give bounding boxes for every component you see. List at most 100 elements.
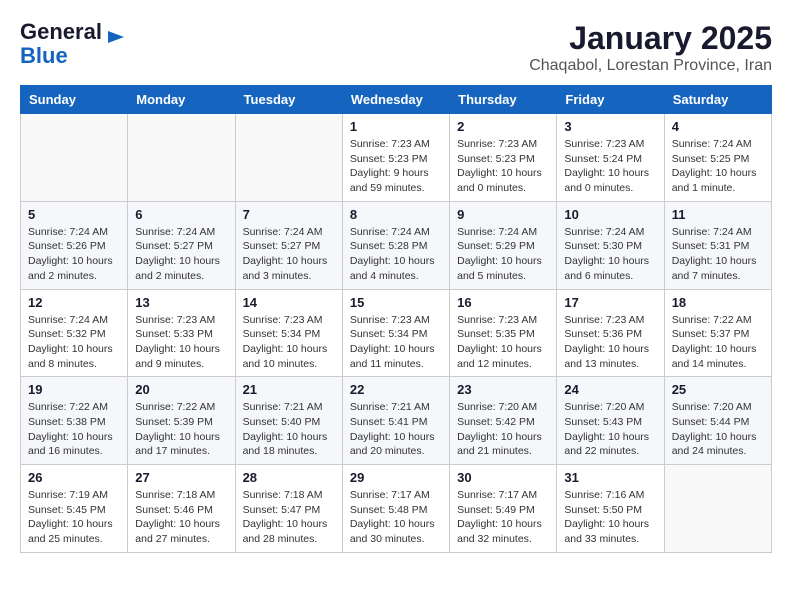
- day-number: 8: [350, 207, 442, 222]
- calendar-week-row: 1 Sunrise: 7:23 AMSunset: 5:23 PMDaylight…: [21, 114, 772, 202]
- calendar-cell: 30Sunrise: 7:17 AMSunset: 5:49 PMDayligh…: [450, 465, 557, 553]
- day-info: Sunrise: 7:22 AMSunset: 5:38 PMDaylight:…: [28, 400, 120, 459]
- location-subtitle: Chaqabol, Lorestan Province, Iran: [529, 57, 772, 75]
- logo-text: GeneralBlue: [20, 20, 102, 68]
- calendar-cell: [235, 114, 342, 202]
- day-number: 22: [350, 382, 442, 397]
- calendar-cell: 18 Sunrise: 7:22 AMSunset: 5:37 PMDayligh…: [664, 289, 771, 377]
- calendar-week-row: 26 Sunrise: 7:19 AMSunset: 5:45 PMDayligh…: [21, 465, 772, 553]
- day-number: 4: [672, 119, 764, 134]
- calendar-cell: 10Sunrise: 7:24 AMSunset: 5:30 PMDayligh…: [557, 201, 664, 289]
- day-info: Sunrise: 7:18 AMSunset: 5:47 PMDaylight:…: [243, 488, 335, 547]
- day-number: 29: [350, 470, 442, 485]
- weekday-header-wednesday: Wednesday: [342, 86, 449, 114]
- calendar-cell: 9 Sunrise: 7:24 AMSunset: 5:29 PMDaylight…: [450, 201, 557, 289]
- logo-arrow-icon: [106, 27, 126, 47]
- calendar-week-row: 5Sunrise: 7:24 AMSunset: 5:26 PMDaylight…: [21, 201, 772, 289]
- day-number: 6: [135, 207, 227, 222]
- calendar-week-row: 19 Sunrise: 7:22 AMSunset: 5:38 PMDayligh…: [21, 377, 772, 465]
- day-number: 28: [243, 470, 335, 485]
- day-info: Sunrise: 7:20 AMSunset: 5:43 PMDaylight:…: [564, 400, 656, 459]
- calendar-cell: 4 Sunrise: 7:24 AMSunset: 5:25 PMDaylight…: [664, 114, 771, 202]
- day-number: 7: [243, 207, 335, 222]
- calendar-header-row: SundayMondayTuesdayWednesdayThursdayFrid…: [21, 86, 772, 114]
- day-info: Sunrise: 7:23 AMSunset: 5:24 PMDaylight:…: [564, 137, 656, 196]
- calendar-cell: 28 Sunrise: 7:18 AMSunset: 5:47 PMDayligh…: [235, 465, 342, 553]
- day-info: Sunrise: 7:19 AMSunset: 5:45 PMDaylight:…: [28, 488, 120, 547]
- day-number: 10: [564, 207, 656, 222]
- weekday-header-sunday: Sunday: [21, 86, 128, 114]
- calendar-cell: 22 Sunrise: 7:21 AMSunset: 5:41 PMDayligh…: [342, 377, 449, 465]
- calendar-cell: 7Sunrise: 7:24 AMSunset: 5:27 PMDaylight…: [235, 201, 342, 289]
- day-number: 19: [28, 382, 120, 397]
- calendar-cell: 12Sunrise: 7:24 AMSunset: 5:32 PMDayligh…: [21, 289, 128, 377]
- day-info: Sunrise: 7:22 AMSunset: 5:37 PMDaylight:…: [672, 313, 764, 372]
- day-info: Sunrise: 7:16 AMSunset: 5:50 PMDaylight:…: [564, 488, 656, 547]
- day-info: Sunrise: 7:21 AMSunset: 5:41 PMDaylight:…: [350, 400, 442, 459]
- calendar-cell: 11Sunrise: 7:24 AMSunset: 5:31 PMDayligh…: [664, 201, 771, 289]
- calendar-cell: 27 Sunrise: 7:18 AMSunset: 5:46 PMDayligh…: [128, 465, 235, 553]
- day-info: Sunrise: 7:24 AMSunset: 5:27 PMDaylight:…: [135, 225, 227, 284]
- day-number: 27: [135, 470, 227, 485]
- day-info: Sunrise: 7:20 AMSunset: 5:44 PMDaylight:…: [672, 400, 764, 459]
- day-number: 11: [672, 207, 764, 222]
- page-header: GeneralBlue January 2025 Chaqabol, Lores…: [20, 20, 772, 75]
- calendar-cell: 3 Sunrise: 7:23 AMSunset: 5:24 PMDaylight…: [557, 114, 664, 202]
- day-info: Sunrise: 7:23 AMSunset: 5:36 PMDaylight:…: [564, 313, 656, 372]
- day-number: 20: [135, 382, 227, 397]
- calendar-cell: 31 Sunrise: 7:16 AMSunset: 5:50 PMDayligh…: [557, 465, 664, 553]
- day-info: Sunrise: 7:17 AMSunset: 5:48 PMDaylight:…: [350, 488, 442, 547]
- calendar-cell: 23 Sunrise: 7:20 AMSunset: 5:42 PMDayligh…: [450, 377, 557, 465]
- calendar-cell: 26 Sunrise: 7:19 AMSunset: 5:45 PMDayligh…: [21, 465, 128, 553]
- day-info: Sunrise: 7:23 AMSunset: 5:34 PMDaylight:…: [243, 313, 335, 372]
- day-info: Sunrise: 7:21 AMSunset: 5:40 PMDaylight:…: [243, 400, 335, 459]
- day-number: 3: [564, 119, 656, 134]
- day-number: 16: [457, 295, 549, 310]
- day-info: Sunrise: 7:23 AMSunset: 5:35 PMDaylight:…: [457, 313, 549, 372]
- day-number: 9: [457, 207, 549, 222]
- calendar-cell: 25 Sunrise: 7:20 AMSunset: 5:44 PMDayligh…: [664, 377, 771, 465]
- day-info: Sunrise: 7:22 AMSunset: 5:39 PMDaylight:…: [135, 400, 227, 459]
- calendar-cell: 2 Sunrise: 7:23 AMSunset: 5:23 PMDaylight…: [450, 114, 557, 202]
- title-section: January 2025 Chaqabol, Lorestan Province…: [529, 20, 772, 75]
- calendar-cell: 16 Sunrise: 7:23 AMSunset: 5:35 PMDayligh…: [450, 289, 557, 377]
- calendar-cell: 21 Sunrise: 7:21 AMSunset: 5:40 PMDayligh…: [235, 377, 342, 465]
- day-info: Sunrise: 7:23 AMSunset: 5:23 PMDaylight:…: [457, 137, 549, 196]
- calendar-cell: 8Sunrise: 7:24 AMSunset: 5:28 PMDaylight…: [342, 201, 449, 289]
- day-number: 2: [457, 119, 549, 134]
- day-info: Sunrise: 7:23 AMSunset: 5:33 PMDaylight:…: [135, 313, 227, 372]
- day-number: 30: [457, 470, 549, 485]
- day-info: Sunrise: 7:20 AMSunset: 5:42 PMDaylight:…: [457, 400, 549, 459]
- day-number: 31: [564, 470, 656, 485]
- weekday-header-monday: Monday: [128, 86, 235, 114]
- day-number: 1: [350, 119, 442, 134]
- calendar-cell: 29 Sunrise: 7:17 AMSunset: 5:48 PMDayligh…: [342, 465, 449, 553]
- calendar-cell: 19 Sunrise: 7:22 AMSunset: 5:38 PMDayligh…: [21, 377, 128, 465]
- calendar-cell: 5Sunrise: 7:24 AMSunset: 5:26 PMDaylight…: [21, 201, 128, 289]
- calendar-cell: 20 Sunrise: 7:22 AMSunset: 5:39 PMDayligh…: [128, 377, 235, 465]
- day-number: 25: [672, 382, 764, 397]
- day-info: Sunrise: 7:18 AMSunset: 5:46 PMDaylight:…: [135, 488, 227, 547]
- day-number: 17: [564, 295, 656, 310]
- day-number: 23: [457, 382, 549, 397]
- day-info: Sunrise: 7:24 AMSunset: 5:25 PMDaylight:…: [672, 137, 764, 196]
- calendar-cell: [664, 465, 771, 553]
- day-number: 21: [243, 382, 335, 397]
- calendar-cell: 1 Sunrise: 7:23 AMSunset: 5:23 PMDaylight…: [342, 114, 449, 202]
- weekday-header-tuesday: Tuesday: [235, 86, 342, 114]
- day-info: Sunrise: 7:24 AMSunset: 5:32 PMDaylight:…: [28, 313, 120, 372]
- day-info: Sunrise: 7:24 AMSunset: 5:29 PMDaylight:…: [457, 225, 549, 284]
- month-year-title: January 2025: [529, 20, 772, 57]
- calendar-cell: 6 Sunrise: 7:24 AMSunset: 5:27 PMDaylight…: [128, 201, 235, 289]
- weekday-header-friday: Friday: [557, 86, 664, 114]
- calendar-cell: 14 Sunrise: 7:23 AMSunset: 5:34 PMDayligh…: [235, 289, 342, 377]
- day-number: 18: [672, 295, 764, 310]
- calendar-cell: [21, 114, 128, 202]
- calendar-cell: 17 Sunrise: 7:23 AMSunset: 5:36 PMDayligh…: [557, 289, 664, 377]
- day-number: 13: [135, 295, 227, 310]
- logo: GeneralBlue: [20, 20, 126, 68]
- day-info: Sunrise: 7:23 AMSunset: 5:23 PMDaylight:…: [350, 137, 442, 196]
- day-number: 5: [28, 207, 120, 222]
- day-number: 14: [243, 295, 335, 310]
- day-number: 26: [28, 470, 120, 485]
